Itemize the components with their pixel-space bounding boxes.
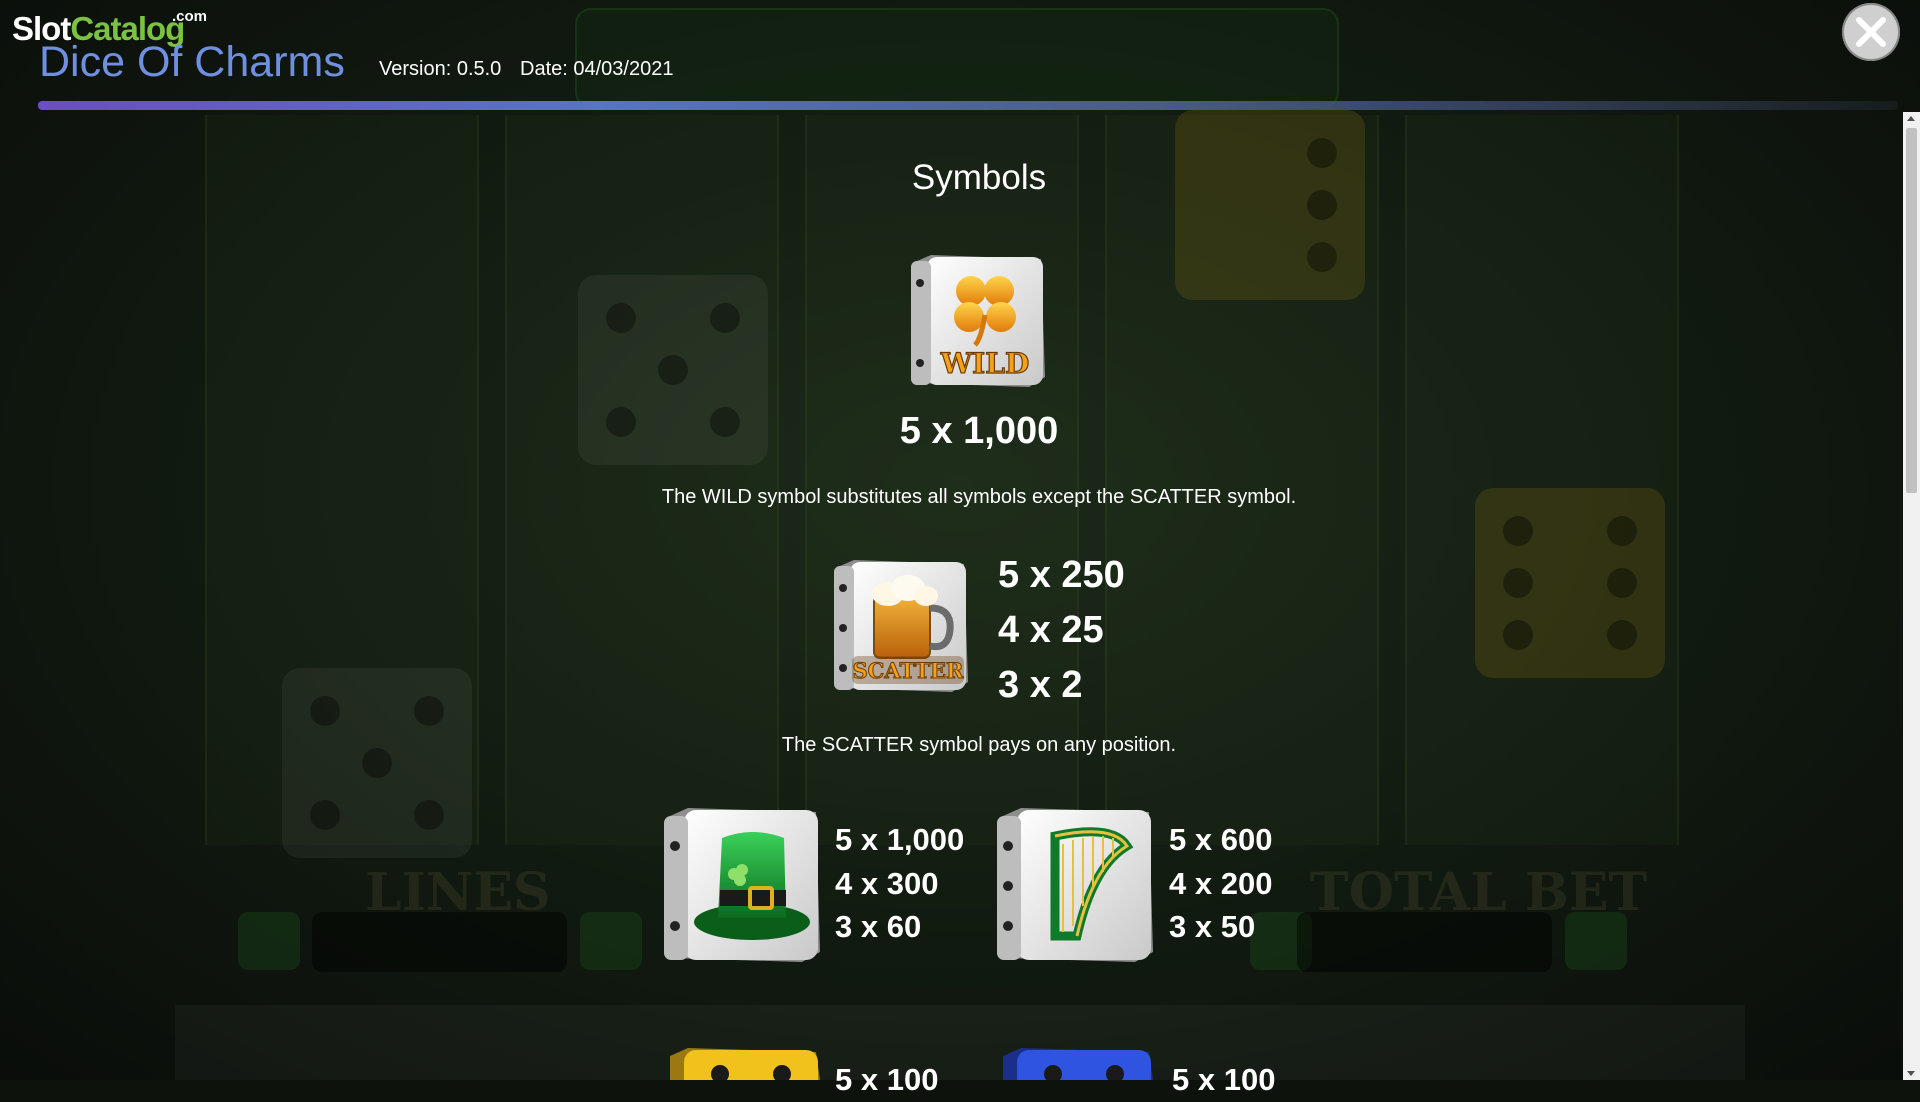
background-bottom-bar [175, 1005, 1745, 1080]
vertical-scrollbar[interactable] [1903, 112, 1920, 1080]
header-divider [38, 101, 1898, 110]
wild-die-label: WILD [940, 347, 1030, 380]
logo-dotcom-text: .com [172, 8, 208, 25]
background-plus-button [1565, 912, 1627, 970]
harp-pay-table: 5 x 600 4 x 200 3 x 50 [1169, 818, 1272, 949]
wild-pay-value: 5 x 1,000 [899, 410, 1059, 452]
background-die [1175, 110, 1365, 300]
hat-pay-table: 5 x 1,000 4 x 300 3 x 60 [835, 818, 964, 949]
background-minus-button [238, 912, 300, 970]
background-lines-field [312, 912, 567, 972]
scatter-description: The SCATTER symbol pays on any position. [781, 734, 1177, 756]
scatter-pay-4: 4 x 25 [998, 609, 1104, 651]
scatter-pay-5: 5 x 250 [998, 554, 1125, 596]
section-title: Symbols [911, 158, 1047, 197]
scroll-down-arrow-icon[interactable] [1907, 1071, 1915, 1076]
game-title: Dice Of Charms [39, 38, 345, 86]
wild-description: The WILD symbol substitutes all symbols … [661, 486, 1297, 508]
blue-die-icon [1003, 1048, 1153, 1080]
close-icon [1856, 17, 1886, 47]
harp-pay-5: 5 x 600 [1169, 822, 1273, 857]
scatter-pay-3: 3 x 2 [998, 664, 1083, 706]
background-die [282, 668, 472, 858]
background-die [1475, 488, 1665, 678]
scroll-up-arrow-icon[interactable] [1907, 116, 1915, 121]
version-text: Version: 0.5.0 [379, 58, 502, 80]
scatter-die-label: SCATTER [853, 658, 965, 683]
hat-pay-3: 3 x 60 [835, 909, 922, 944]
close-button[interactable] [1842, 3, 1900, 61]
scatter-pay-table: 5 x 250 4 x 25 3 x 2 [998, 548, 1125, 713]
background-bet-field [1297, 912, 1552, 972]
green-hat-die-icon [664, 808, 820, 962]
date-text: Date: 04/03/2021 [520, 58, 674, 80]
harp-pay-3: 3 x 50 [1169, 909, 1256, 944]
background-top-panel [575, 8, 1339, 108]
yellow-die-icon [670, 1048, 820, 1080]
wild-clover-die-icon: WILD [911, 255, 1045, 387]
hat-pay-5: 5 x 1,000 [835, 822, 965, 857]
harp-die-icon [997, 808, 1153, 962]
scatter-beer-die-icon: SCATTER [834, 560, 968, 692]
background-plus-button [580, 912, 642, 970]
hat-pay-4: 4 x 300 [835, 865, 939, 901]
harp-pay-4: 4 x 200 [1169, 865, 1273, 901]
